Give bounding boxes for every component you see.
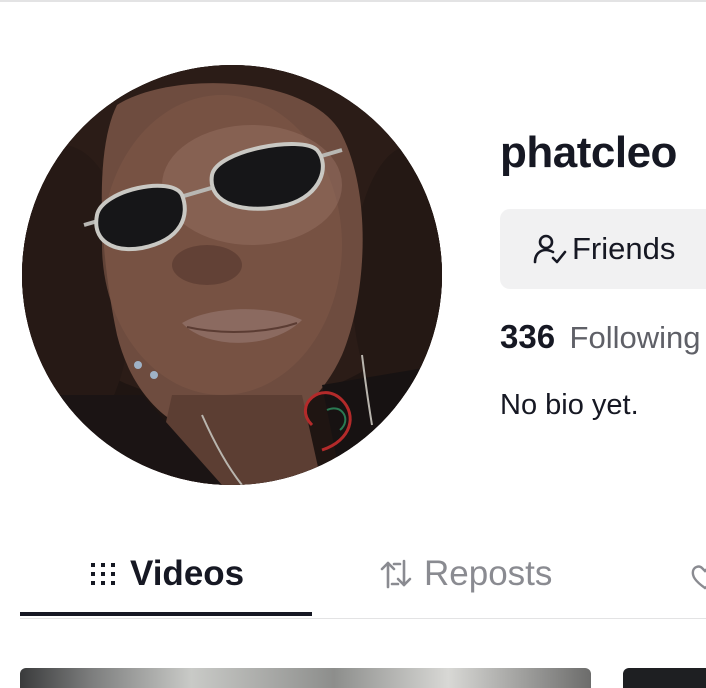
friends-button[interactable]: Friends xyxy=(500,209,706,289)
profile-bio: No bio yet. xyxy=(500,389,639,421)
following-count: 336 xyxy=(500,318,556,355)
profile-username: phatcleo xyxy=(500,128,677,177)
user-check-icon xyxy=(532,231,568,267)
grid-icon xyxy=(90,561,116,587)
friends-button-label: Friends xyxy=(572,231,676,266)
tab-videos-label: Videos xyxy=(130,554,245,593)
tab-reposts-label: Reposts xyxy=(424,554,553,593)
profile-tabs: Videos Reposts xyxy=(20,540,706,620)
avatar[interactable] xyxy=(22,65,442,485)
tab-reposts[interactable]: Reposts xyxy=(378,554,552,594)
video-thumbnail[interactable] xyxy=(20,668,591,688)
repost-icon xyxy=(378,556,414,592)
following-label: Following xyxy=(569,320,701,355)
tab-videos[interactable]: Videos xyxy=(90,554,244,594)
following-stat[interactable]: 336 Following xyxy=(500,318,700,356)
tabs-divider xyxy=(20,618,706,619)
avatar-photo xyxy=(22,65,442,485)
video-thumbnail[interactable] xyxy=(623,668,706,688)
active-tab-indicator xyxy=(20,612,312,616)
heart-icon[interactable] xyxy=(690,562,706,592)
top-divider xyxy=(0,0,706,2)
